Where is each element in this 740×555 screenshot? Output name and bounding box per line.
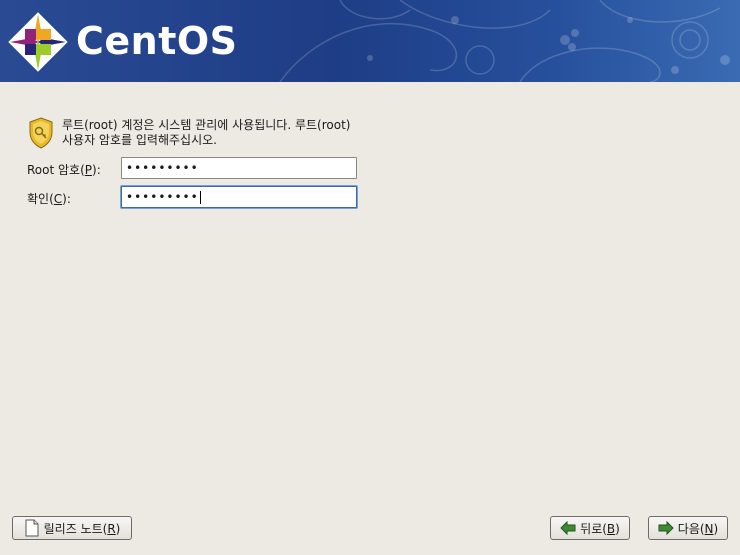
root-password-field[interactable]: ••••••••• (121, 157, 357, 179)
back-label: 뒤로(B) (580, 521, 620, 536)
centos-logo-icon (8, 12, 68, 72)
confirm-password-label: 확인(C): (27, 192, 71, 206)
text-caret (199, 190, 201, 204)
root-password-value: ••••••••• (126, 161, 199, 175)
arrow-right-icon (658, 521, 674, 535)
confirm-password-row: 확인(C): ••••••••• (27, 186, 357, 208)
release-notes-label: 릴리즈 노트(R) (43, 521, 121, 536)
brand-name: CentOS (76, 19, 238, 63)
shield-key-icon (29, 117, 53, 149)
header-banner: CentOS (0, 0, 740, 82)
back-button[interactable]: 뒤로(B) (550, 516, 630, 540)
next-label: 다음(N) (677, 521, 719, 536)
info-text: 루트(root) 계정은 시스템 관리에 사용됩니다. 루트(root) 사용자… (62, 117, 350, 149)
confirm-password-field[interactable]: ••••••••• (121, 186, 357, 208)
arrow-left-icon (560, 521, 576, 535)
info-message: 루트(root) 계정은 시스템 관리에 사용됩니다. 루트(root) 사용자… (28, 117, 350, 149)
banner-swirl-decoration (279, 0, 730, 82)
document-icon (25, 519, 39, 537)
root-password-row: Root 암호(P): ••••••••• (27, 157, 357, 179)
confirm-password-value: ••••••••• (126, 190, 199, 204)
root-password-label: Root 암호(P): (27, 163, 101, 177)
info-line-1: 루트(root) 계정은 시스템 관리에 사용됩니다. 루트(root) (62, 118, 351, 132)
release-notes-button[interactable]: 릴리즈 노트(R) (12, 516, 132, 540)
info-line-2: 사용자 암호를 입력해주십시오. (62, 133, 217, 147)
next-button[interactable]: 다음(N) (648, 516, 728, 540)
